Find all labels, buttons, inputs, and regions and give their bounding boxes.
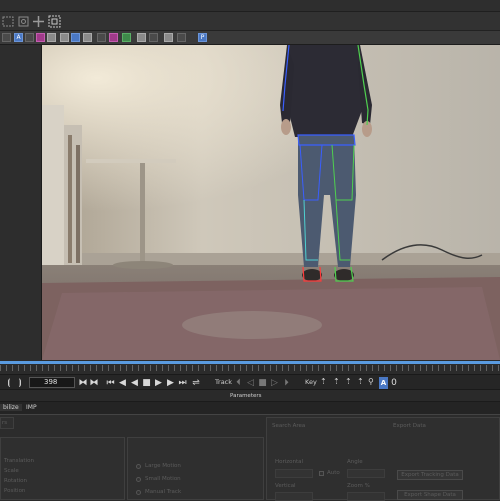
- zoom-label: Zoom %: [347, 483, 370, 489]
- video-frame: [42, 45, 500, 360]
- display-icon[interactable]: [177, 33, 186, 42]
- export-shape-data-button[interactable]: Export Shape Data: [397, 490, 463, 500]
- layers-icon[interactable]: [47, 33, 56, 42]
- select-region-icon[interactable]: [48, 15, 61, 28]
- scale-label: Scale: [4, 468, 19, 474]
- translation-label: Translation: [4, 458, 34, 464]
- fit-end-icon[interactable]: ⧓: [89, 377, 99, 389]
- key-prev-icon[interactable]: ⇡: [320, 377, 327, 386]
- track-forward-icon[interactable]: ▷: [270, 377, 279, 389]
- in-point-icon[interactable]: ⦗: [4, 377, 14, 389]
- sun-icon[interactable]: [164, 33, 173, 42]
- play-forward-icon[interactable]: ▶: [154, 377, 163, 389]
- track-backward-step-icon[interactable]: ⏴: [234, 377, 243, 389]
- position-label: Position: [4, 488, 26, 494]
- fit-start-icon[interactable]: ⧓: [78, 377, 88, 389]
- auto-label: Auto: [327, 470, 340, 476]
- overlay-icon[interactable]: [97, 33, 106, 42]
- star-icon[interactable]: [149, 33, 158, 42]
- track-forward-step-icon[interactable]: ⏵: [282, 377, 291, 389]
- angle-label: Angle: [347, 459, 363, 465]
- small-motion-label: Small Motion: [145, 476, 181, 482]
- step-forward-icon[interactable]: ▶: [166, 377, 175, 389]
- search-area-label: Search Area: [272, 423, 306, 429]
- horizontal-label: Horizontal: [275, 459, 304, 465]
- pin-icon[interactable]: [137, 33, 146, 42]
- rotation-label: Rotation: [4, 478, 28, 484]
- letter-a-button[interactable]: A: [14, 33, 23, 42]
- export-tracking-data-button[interactable]: Export Tracking Data: [397, 470, 463, 480]
- manual-track-radio[interactable]: [136, 490, 141, 495]
- small-motion-radio[interactable]: [136, 477, 141, 482]
- horizontal-field[interactable]: [275, 469, 313, 478]
- go-to-start-icon[interactable]: ⏮: [106, 377, 115, 389]
- timeline-ticks: [0, 365, 500, 371]
- search-export-section: Search Area Export Data Horizontal Auto …: [266, 417, 500, 501]
- track-backward-icon[interactable]: ◁: [246, 377, 255, 389]
- video-viewer[interactable]: [42, 45, 500, 360]
- frame-number-input[interactable]: 398: [29, 377, 75, 388]
- transport-bar: ⦗ ⦘ 398 ⧓ ⧓ ⏮ ◀ ◀ ■ ▶ ▶ ⏭ ⇌ Track ⏴ ◁ ■ …: [0, 374, 500, 390]
- tab-imp[interactable]: IMP: [26, 404, 37, 411]
- vertical-label: Vertical: [275, 483, 296, 489]
- move-icon[interactable]: [32, 15, 45, 28]
- manual-track-label: Manual Track: [145, 489, 182, 495]
- key-delete-icon[interactable]: ⇡: [345, 377, 352, 386]
- tab-stabilize[interactable]: bilize: [0, 404, 22, 411]
- tool-row: [0, 12, 500, 31]
- zero-key-icon[interactable]: 0: [390, 377, 398, 389]
- matte-icon[interactable]: [109, 33, 118, 42]
- timeline-range-bar[interactable]: [0, 361, 500, 364]
- angle-field[interactable]: [347, 469, 385, 478]
- export-data-label: Export Data: [393, 423, 426, 429]
- contrast-icon[interactable]: [122, 33, 131, 42]
- left-tab-stub[interactable]: rs: [0, 417, 14, 429]
- auto-key-button[interactable]: A: [379, 377, 388, 389]
- parameters-title: Parameters: [230, 393, 262, 399]
- large-motion-label: Large Motion: [145, 463, 181, 469]
- key-label: Key: [305, 378, 317, 386]
- track-stop-icon[interactable]: ■: [258, 377, 267, 389]
- left-panel: [0, 45, 42, 360]
- timeline[interactable]: [0, 360, 500, 374]
- auto-checkbox[interactable]: [319, 471, 324, 476]
- play-backward-icon[interactable]: ◀: [130, 377, 139, 389]
- parameters-panel: rs Translation Scale Rotation Position L…: [0, 415, 500, 501]
- view-options-bar: A P: [0, 31, 500, 45]
- key-all-icon[interactable]: ⚲: [368, 377, 374, 386]
- module-tabs: bilize IMP: [0, 402, 500, 415]
- stop-icon[interactable]: ■: [142, 377, 151, 389]
- brush-icon[interactable]: [25, 33, 34, 42]
- left-tab-label: rs: [2, 420, 8, 426]
- panel-toggle-icon[interactable]: [2, 33, 11, 42]
- loop-icon[interactable]: ⇌: [190, 377, 202, 389]
- step-back-icon[interactable]: ◀: [118, 377, 127, 389]
- color-icon[interactable]: [36, 33, 45, 42]
- track-label: Track: [215, 378, 233, 386]
- layer-view-icon[interactable]: [60, 33, 69, 42]
- lasso-icon[interactable]: [2, 15, 15, 28]
- key-add-icon[interactable]: ⇡: [333, 377, 340, 386]
- out-point-icon[interactable]: ⦘: [15, 377, 25, 389]
- motion-options-section: Large Motion Small Motion Manual Track: [127, 437, 264, 500]
- key-next-icon[interactable]: ⇡: [357, 377, 364, 386]
- letter-p-button[interactable]: P: [198, 33, 207, 42]
- mask-icon[interactable]: [83, 33, 92, 42]
- large-motion-radio[interactable]: [136, 464, 141, 469]
- go-to-end-icon[interactable]: ⏭: [178, 377, 187, 389]
- transform-options-section: Translation Scale Rotation Position: [0, 437, 125, 500]
- parameters-header: Parameters: [0, 390, 500, 402]
- transform-icon[interactable]: [17, 15, 30, 28]
- grid-icon[interactable]: [71, 33, 80, 42]
- title-bar: [0, 0, 500, 12]
